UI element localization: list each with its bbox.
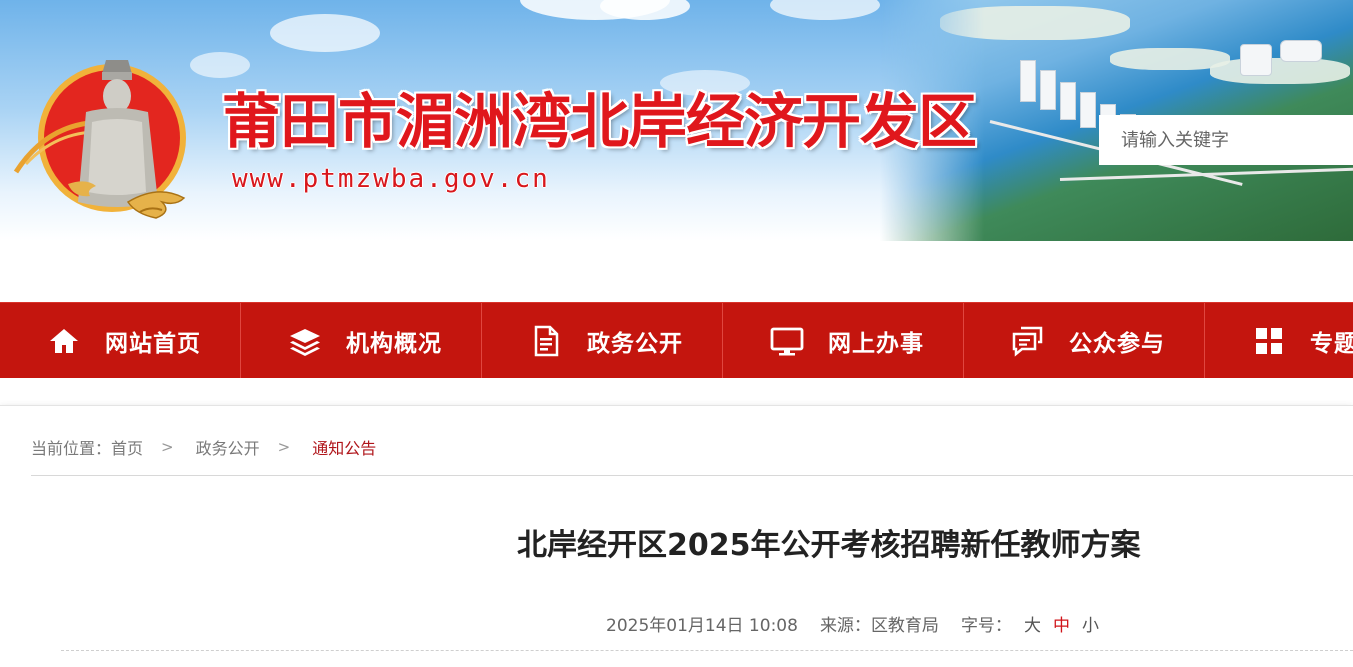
nav-item-overview[interactable]: 机构概况 — [241, 303, 482, 378]
shore — [1210, 58, 1350, 84]
monitor-icon — [770, 327, 804, 355]
source-label: 来源： — [819, 615, 871, 636]
layers-icon — [290, 328, 320, 356]
font-size-large-button[interactable]: 大 — [1024, 611, 1041, 636]
nav-item-topics[interactable]: 专题 — [1205, 303, 1353, 378]
font-size-medium-button[interactable]: 中 — [1053, 611, 1070, 636]
main-nav: 网站首页 机构概况 政务公开 网上办事 公众参与 专 — [0, 302, 1353, 378]
divider — [31, 475, 1353, 476]
cloud — [770, 0, 880, 20]
building — [1240, 44, 1272, 76]
font-size-label: 字号： — [960, 615, 1012, 636]
nav-label: 网站首页 — [105, 330, 201, 357]
nav-item-public-participation[interactable]: 公众参与 — [964, 303, 1205, 378]
building — [1020, 60, 1036, 102]
header-banner: 莆田市湄洲湾北岸经济开发区 www.ptmzwba.gov.cn — [0, 0, 1353, 241]
breadcrumb-home-link[interactable]: 首页 — [111, 435, 143, 459]
nav-item-online-services[interactable]: 网上办事 — [723, 303, 964, 378]
publish-datetime: 2025年01月14日 10:08 — [606, 615, 798, 636]
nav-label: 政务公开 — [587, 330, 683, 357]
cloud — [270, 14, 380, 52]
building — [1060, 82, 1076, 120]
building — [1080, 92, 1096, 128]
nav-item-home[interactable]: 网站首页 — [0, 303, 241, 378]
article-title: 北岸经开区2025年公开考核招聘新任教师方案 — [517, 528, 1141, 563]
chat-icon — [1012, 326, 1043, 357]
breadcrumb-notices-link[interactable]: 通知公告 — [312, 435, 376, 459]
nav-label: 网上办事 — [828, 330, 924, 357]
grid-icon — [1256, 327, 1282, 354]
breadcrumb: 当前位置： 首页 > 政务公开 > 通知公告 — [31, 436, 376, 458]
building — [1280, 40, 1322, 62]
shore — [940, 6, 1130, 40]
mazu-statue-logo-icon — [13, 60, 186, 219]
building — [1040, 70, 1056, 110]
font-size-small-button[interactable]: 小 — [1082, 611, 1099, 636]
home-icon — [50, 328, 78, 353]
breadcrumb-separator: > — [161, 438, 174, 456]
breadcrumb-separator: > — [277, 438, 291, 456]
site-title: 莆田市湄洲湾北岸经济开发区 — [222, 87, 977, 156]
nav-label: 机构概况 — [346, 330, 442, 357]
nav-label: 公众参与 — [1069, 330, 1165, 357]
site-url: www.ptmzwba.gov.cn — [232, 164, 550, 194]
source-value: 区教育局 — [870, 615, 939, 636]
breadcrumb-government-affairs-link[interactable]: 政务公开 — [196, 435, 260, 459]
nav-label: 专题 — [1310, 330, 1353, 357]
breadcrumb-prefix: 当前位置： — [31, 439, 112, 458]
road — [1059, 167, 1353, 181]
nav-item-government-affairs[interactable]: 政务公开 — [482, 303, 723, 378]
search-input[interactable] — [1099, 115, 1353, 165]
dashed-divider — [61, 650, 1353, 651]
article-meta: 2025年01月14日 10:08 来源： 区教育局 字号： 大 中 小 — [606, 611, 1099, 636]
document-icon — [534, 325, 559, 356]
